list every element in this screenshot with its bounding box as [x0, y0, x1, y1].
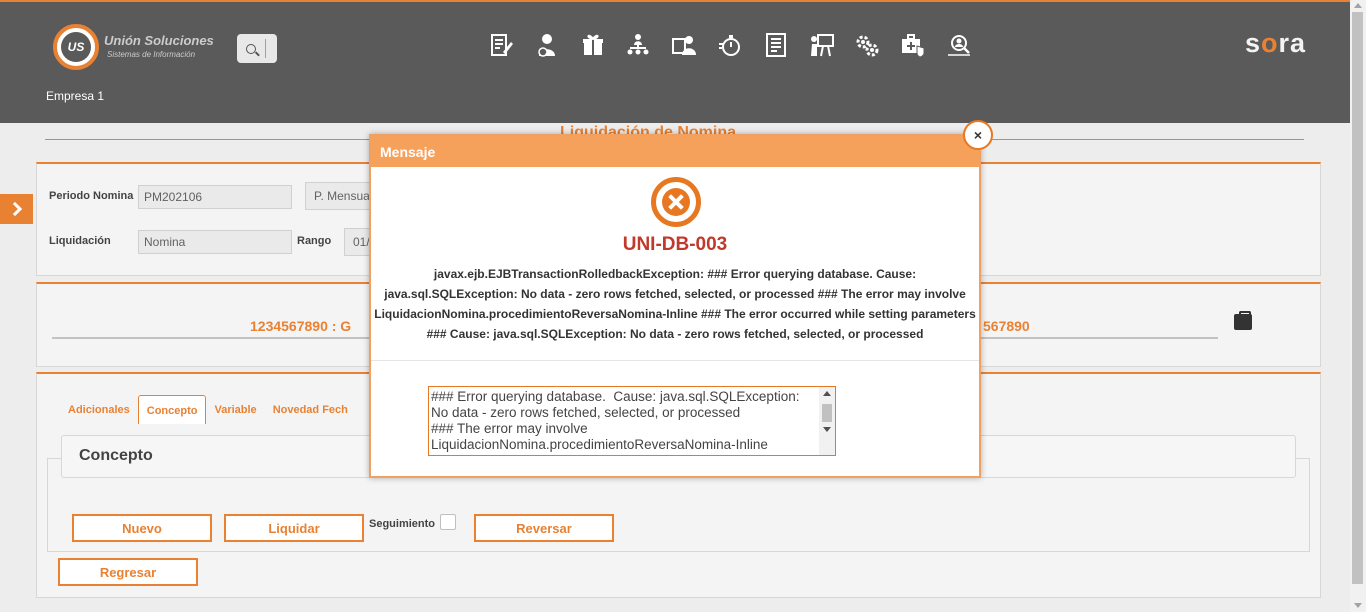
dialog-divider: [371, 360, 979, 361]
error-line-4: ### Cause: java.sql.SQLException: No dat…: [426, 327, 924, 341]
page-scrollbar[interactable]: [1350, 0, 1366, 612]
scroll-up-arrow-icon[interactable]: [1354, 3, 1362, 8]
error-line-1: javax.ejb.EJBTransactionRolledbackExcept…: [433, 267, 917, 281]
close-button[interactable]: ×: [963, 120, 993, 150]
error-detail-textarea[interactable]: ### Error querying database. Cause: java…: [428, 386, 836, 456]
error-icon: [651, 177, 701, 227]
scroll-down-arrow-icon[interactable]: [1354, 603, 1362, 608]
error-code: UNI-DB-003: [622, 234, 728, 255]
textarea-scrollbar[interactable]: [819, 387, 835, 455]
message-dialog: Mensaje UNI-DB-003 javax.ejb.EJBTransact…: [369, 134, 981, 478]
error-message: javax.ejb.EJBTransactionRolledbackExcept…: [371, 264, 979, 344]
dialog-title: Mensaje: [380, 144, 436, 160]
scroll-down-icon[interactable]: [823, 427, 831, 432]
scroll-thumb[interactable]: [1352, 12, 1363, 584]
error-line-3: LiquidacionNomina.procedimientoReversaNo…: [374, 307, 976, 321]
scroll-up-icon[interactable]: [823, 391, 831, 396]
dialog-header: Mensaje: [371, 136, 979, 167]
error-line-2: java.sql.SQLException: No data - zero ro…: [384, 287, 966, 301]
